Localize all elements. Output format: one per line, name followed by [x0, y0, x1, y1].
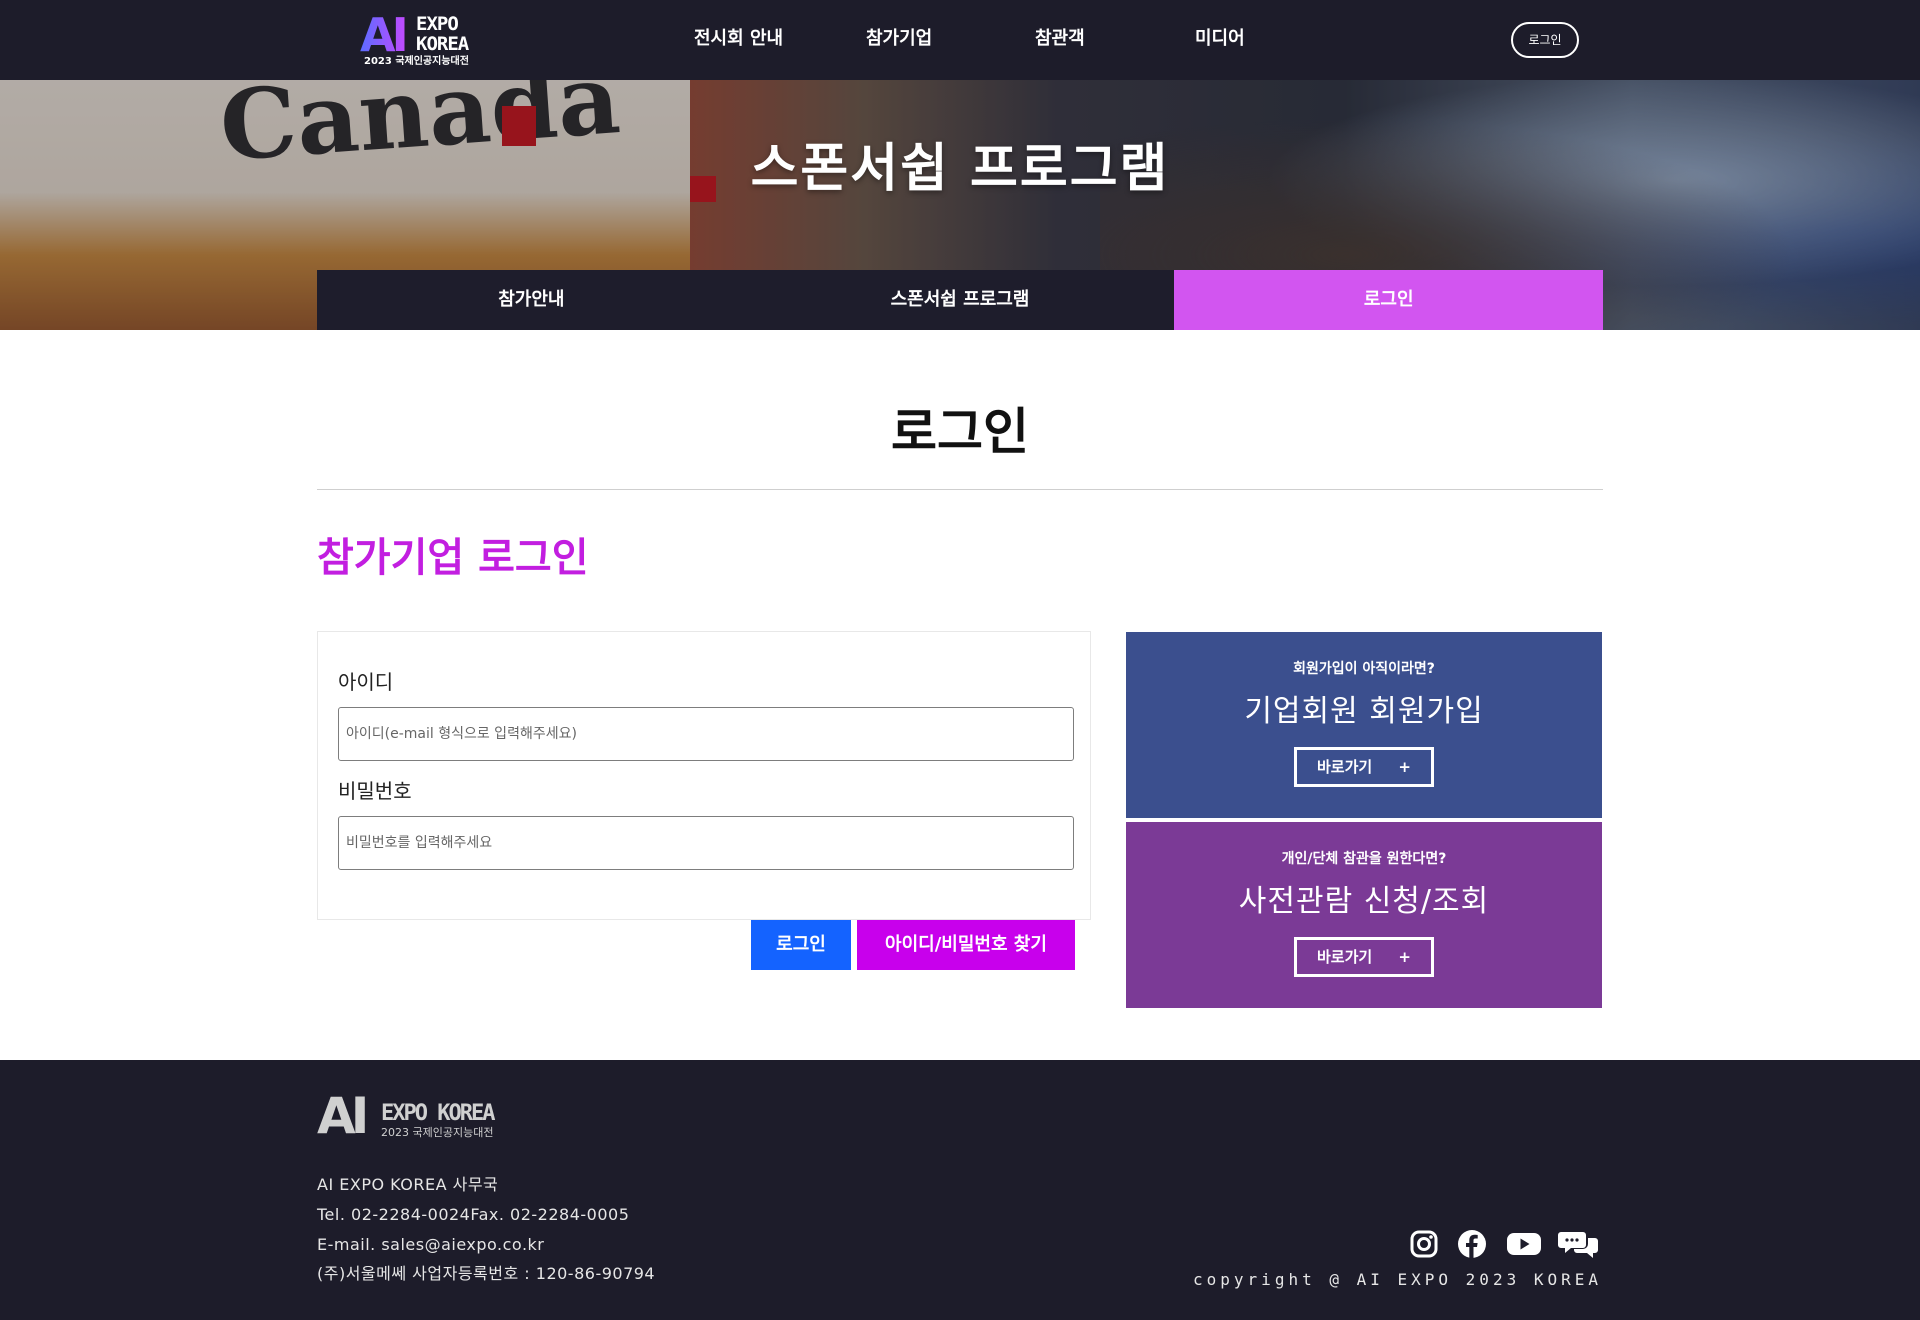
plus-icon: + [1398, 948, 1411, 966]
ai-expo-korea-logo[interactable]: AI EXPO KOREA 2023 국제인공지능대전 [360, 12, 480, 70]
footer-logo: AI EXPO KOREA 2023 국제인공지능대전 [317, 1090, 517, 1146]
footer-company: (주)서울메쎄 사업자등록번호 : 120-86-90794 [317, 1264, 656, 1283]
nav-item-visitors[interactable]: 참관객 [1035, 26, 1085, 52]
divider [317, 489, 1603, 490]
facebook-icon[interactable] [1456, 1228, 1488, 1260]
sub-tab-bar: 참가안내 스폰서쉽 프로그램 로그인 [317, 270, 1604, 330]
footer-logo-mark: AI [317, 1087, 369, 1145]
header-login-button[interactable]: 로그인 [1511, 22, 1579, 58]
tab-login[interactable]: 로그인 [1174, 270, 1604, 330]
chat-icon[interactable] [1558, 1228, 1600, 1260]
password-label: 비밀번호 [338, 779, 412, 803]
footer: AI EXPO KOREA 2023 국제인공지능대전 AI EXPO KORE… [0, 1060, 1920, 1320]
pre-registration-card: 개인/단체 참관을 원한다면? 사전관람 신청/조회 바로가기 + [1126, 822, 1602, 1008]
copyright-text: copyright @ AI EXPO 2023 KOREA [1193, 1270, 1602, 1289]
card-question: 회원가입이 아직이라면? [1293, 661, 1435, 677]
find-id-password-button[interactable]: 아이디/비밀번호 찾기 [857, 920, 1075, 970]
footer-logo-name: EXPO KOREA [381, 1101, 495, 1126]
instagram-icon[interactable] [1408, 1228, 1440, 1260]
id-label: 아이디 [338, 670, 394, 694]
id-input[interactable] [338, 707, 1074, 761]
logo-mark: AI [360, 8, 409, 62]
login-submit-button[interactable]: 로그인 [751, 920, 851, 970]
login-form: 아이디 비밀번호 [317, 631, 1091, 920]
tab-sponsorship-program[interactable]: 스폰서쉽 프로그램 [745, 270, 1175, 330]
footer-tel-fax: Tel. 02-2284-0024Fax. 02-2284-0005 [317, 1205, 630, 1224]
tab-participation-guide[interactable]: 참가안내 [317, 270, 746, 330]
card-question: 개인/단체 참관을 원한다면? [1281, 851, 1447, 867]
page-title: 로그인 [891, 403, 1029, 461]
shortcut-label: 바로가기 [1317, 758, 1373, 776]
pre-registration-shortcut-button[interactable]: 바로가기 + [1294, 937, 1434, 977]
company-signup-shortcut-button[interactable]: 바로가기 + [1294, 747, 1434, 787]
logo-name: EXPO KOREA [416, 13, 469, 55]
nav-item-exhibitors[interactable]: 참가기업 [866, 26, 932, 52]
footer-office: AI EXPO KOREA 사무국 [317, 1175, 499, 1194]
shortcut-label: 바로가기 [1317, 948, 1373, 966]
hero-title: 스폰서쉽 프로그램 [750, 139, 1170, 199]
footer-logo-subtitle: 2023 국제인공지능대전 [381, 1126, 494, 1139]
plus-icon: + [1398, 758, 1411, 776]
section-title: 참가기업 로그인 [317, 535, 589, 581]
card-title: 기업회원 회원가입 [1244, 694, 1484, 729]
nav-item-exhibition-info[interactable]: 전시회 안내 [694, 26, 783, 52]
top-navigation-bar: AI EXPO KOREA 2023 국제인공지능대전 전시회 안내 참가기업 … [0, 0, 1920, 80]
logo-subtitle: 2023 국제인공지능대전 [364, 56, 469, 67]
company-signup-card: 회원가입이 아직이라면? 기업회원 회원가입 바로가기 + [1126, 632, 1602, 818]
card-title: 사전관람 신청/조회 [1238, 884, 1490, 919]
nav-item-media[interactable]: 미디어 [1195, 26, 1245, 52]
youtube-icon[interactable] [1506, 1228, 1542, 1260]
footer-email: E-mail. sales@aiexpo.co.kr [317, 1235, 545, 1254]
password-input[interactable] [338, 816, 1074, 870]
